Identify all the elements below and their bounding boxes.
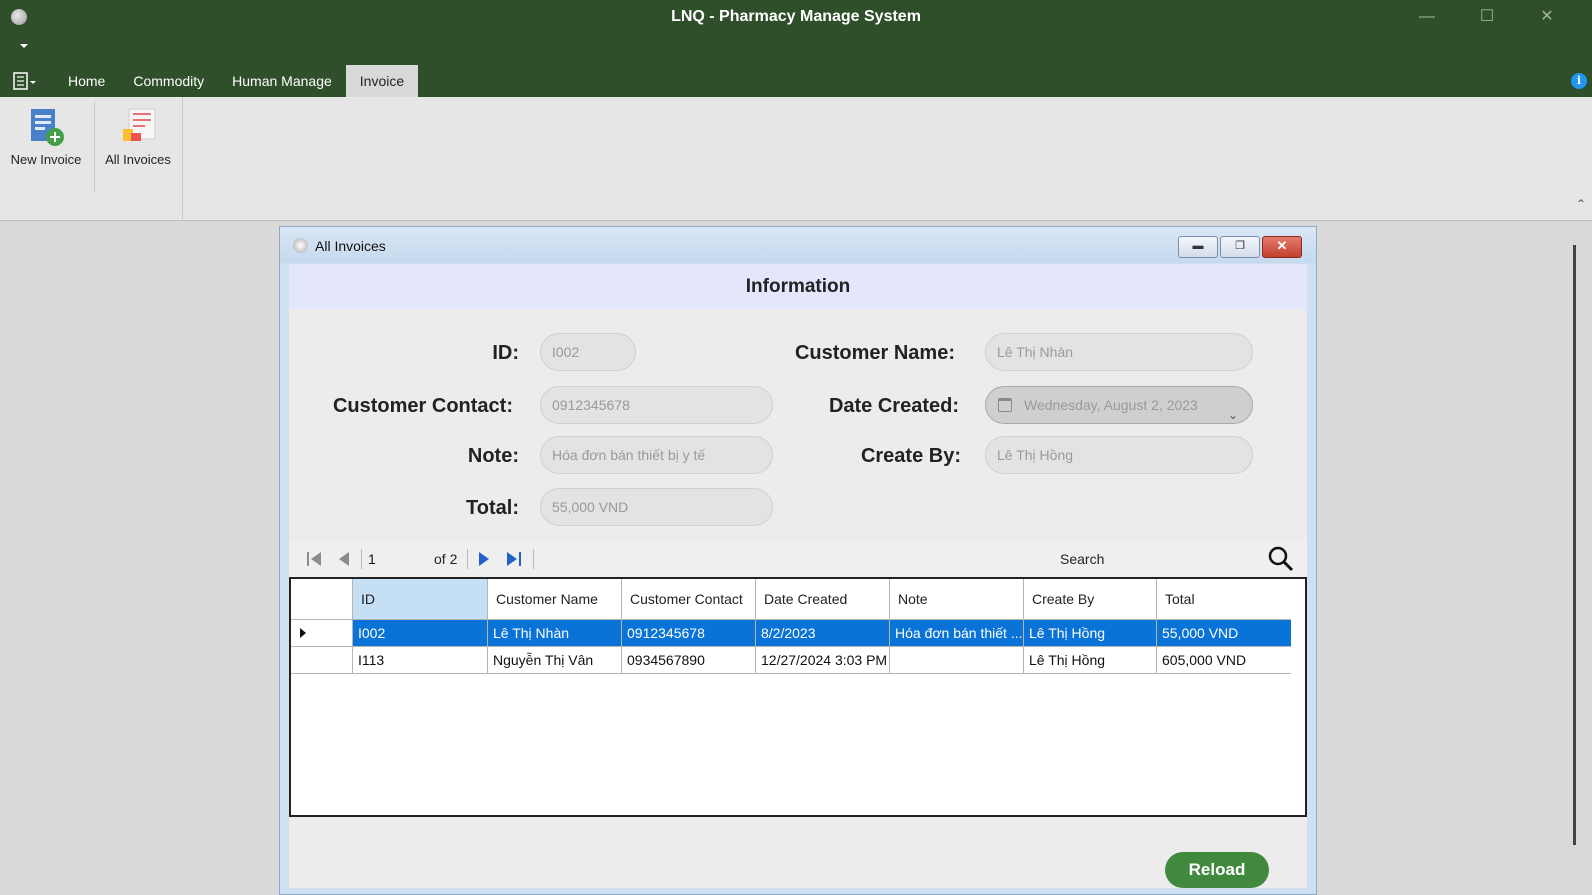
all-invoices-label: All Invoices: [105, 152, 171, 167]
ribbon-panel: New Invoice All Invoices ⌃: [0, 97, 1592, 221]
cell-customer-name[interactable]: Nguyễn Thị Vân: [488, 647, 622, 674]
customer-name-field[interactable]: Lê Thị Nhàn: [985, 333, 1253, 371]
info-icon[interactable]: i: [1571, 73, 1587, 89]
search-label: Search: [1060, 551, 1105, 567]
search-input[interactable]: [1118, 547, 1258, 571]
cell-total[interactable]: 55,000 VND: [1157, 620, 1291, 647]
position-input[interactable]: 1: [368, 549, 428, 569]
binding-navigator: 1 of 2 Search: [289, 541, 1307, 577]
date-created-value: Wednesday, August 2, 2023: [1024, 397, 1198, 413]
reload-button[interactable]: Reload: [1165, 852, 1269, 888]
cell-id[interactable]: I002: [353, 620, 488, 647]
move-first-icon[interactable]: [305, 550, 323, 568]
child-window-body: Information ID: I002 Customer Name: Lê T…: [289, 264, 1307, 888]
cell-create-by[interactable]: Lê Thị Hồng: [1024, 620, 1157, 647]
tab-human-manage[interactable]: Human Manage: [218, 65, 346, 97]
cell-customer-contact[interactable]: 0912345678: [622, 620, 756, 647]
customer-name-label: Customer Name:: [794, 342, 955, 364]
count-label: of 2: [434, 551, 458, 567]
column-header-date-created[interactable]: Date Created: [756, 579, 890, 620]
title-bar: LNQ - Pharmacy Manage System — ☐ ✕ Home …: [0, 0, 1592, 97]
new-invoice-label: New Invoice: [10, 152, 82, 167]
total-field[interactable]: 55,000 VND: [540, 488, 773, 526]
current-row-icon: [300, 628, 306, 638]
column-header-total[interactable]: Total: [1157, 579, 1291, 620]
column-header-customer-contact[interactable]: Customer Contact: [622, 579, 756, 620]
row-header-current[interactable]: [291, 620, 353, 647]
cell-id[interactable]: I113: [353, 647, 488, 674]
date-created-picker[interactable]: Wednesday, August 2, 2023 ⌄: [985, 386, 1253, 424]
collapse-ribbon-icon[interactable]: ⌃: [1576, 197, 1586, 211]
tab-home[interactable]: Home: [54, 65, 119, 97]
ribbon-separator: [94, 101, 95, 193]
total-label: Total:: [466, 497, 519, 519]
cell-note[interactable]: [890, 647, 1024, 674]
child-restore-button[interactable]: ❐: [1220, 236, 1260, 258]
create-by-field[interactable]: Lê Thị Hồng: [985, 436, 1253, 474]
column-header-id[interactable]: ID: [353, 579, 488, 620]
cell-customer-name[interactable]: Lê Thị Nhàn: [488, 620, 622, 647]
child-minimize-button[interactable]: ▬: [1178, 236, 1218, 258]
cell-customer-contact[interactable]: 0934567890: [622, 647, 756, 674]
cell-total[interactable]: 605,000 VND: [1157, 647, 1291, 674]
row-header[interactable]: [291, 647, 353, 674]
new-invoice-button[interactable]: New Invoice: [6, 107, 86, 167]
all-invoices-icon: [123, 108, 156, 141]
note-label: Note:: [467, 445, 519, 467]
table-row[interactable]: I113 Nguyễn Thị Vân 0934567890 12/27/202…: [291, 647, 1305, 674]
navigator-separator: [533, 549, 534, 569]
grid-header-row: ID Customer Name Customer Contact Date C…: [291, 579, 1305, 620]
cell-create-by[interactable]: Lê Thị Hồng: [1024, 647, 1157, 674]
customer-contact-label: Customer Contact:: [332, 395, 513, 417]
vertical-scrollbar[interactable]: [1573, 245, 1576, 845]
note-field[interactable]: Hóa đơn bán thiết bị y tế: [540, 436, 773, 474]
date-created-label: Date Created:: [828, 395, 959, 417]
child-window-icon: [293, 238, 308, 253]
ribbon-tabs: Home Commodity Human Manage Invoice: [54, 65, 419, 97]
tab-invoice[interactable]: Invoice: [345, 65, 419, 97]
child-window-title: All Invoices: [315, 238, 386, 254]
child-title-bar[interactable]: All Invoices ▬ ❐ ✕: [280, 227, 1316, 263]
navigator-separator: [361, 549, 362, 569]
column-header-customer-name[interactable]: Customer Name: [488, 579, 622, 620]
app-title: LNQ - Pharmacy Manage System: [671, 8, 921, 25]
application-menu-icon[interactable]: [13, 72, 37, 90]
cell-date-created[interactable]: 12/27/2024 3:03 PM: [756, 647, 890, 674]
navigator-separator: [467, 549, 468, 569]
calendar-icon: [998, 398, 1012, 412]
move-next-icon[interactable]: [477, 550, 491, 568]
table-row[interactable]: I002 Lê Thị Nhàn 0912345678 8/2/2023 Hóa…: [291, 620, 1305, 647]
tab-commodity[interactable]: Commodity: [119, 65, 218, 97]
column-header-create-by[interactable]: Create By: [1024, 579, 1157, 620]
cell-note[interactable]: Hóa đơn bán thiết ...: [890, 620, 1024, 647]
create-by-label: Create By:: [860, 445, 961, 467]
quick-access-dropdown-icon[interactable]: [20, 44, 28, 48]
new-invoice-icon: [31, 109, 64, 146]
all-invoices-button[interactable]: All Invoices: [100, 107, 176, 167]
all-invoices-window: All Invoices ▬ ❐ ✕ Information ID: I002 …: [279, 226, 1317, 895]
information-header: Information: [289, 264, 1307, 309]
child-close-button[interactable]: ✕: [1262, 236, 1302, 258]
cell-date-created[interactable]: 8/2/2023: [756, 620, 890, 647]
minimize-icon[interactable]: —: [1405, 4, 1449, 30]
id-label: ID:: [492, 342, 519, 364]
move-previous-icon[interactable]: [337, 550, 351, 568]
maximize-icon[interactable]: ☐: [1465, 4, 1509, 30]
column-header-note[interactable]: Note: [890, 579, 1024, 620]
row-header-corner: [291, 579, 353, 620]
move-last-icon[interactable]: [505, 550, 523, 568]
chevron-down-icon[interactable]: ⌄: [1228, 397, 1238, 423]
id-field[interactable]: I002: [540, 333, 636, 371]
customer-contact-field[interactable]: 0912345678: [540, 386, 773, 424]
close-icon[interactable]: ✕: [1525, 4, 1569, 30]
invoices-grid: ID Customer Name Customer Contact Date C…: [289, 577, 1307, 817]
search-icon[interactable]: [1268, 546, 1294, 572]
ribbon-group-separator: [182, 97, 183, 221]
